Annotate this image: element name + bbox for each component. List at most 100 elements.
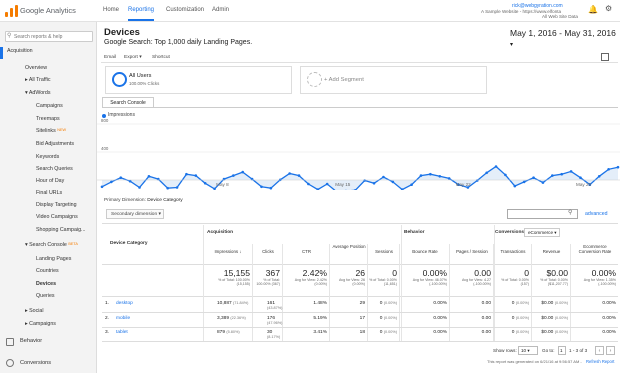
impressions-point[interactable] (522, 180, 526, 184)
column-header[interactable]: Ecommerce Conversion Rate (572, 244, 618, 254)
nav-reporting[interactable]: Reporting (128, 7, 154, 13)
impressions-point[interactable] (485, 171, 488, 175)
nav-customization[interactable]: Customization (166, 7, 204, 13)
column-device-category[interactable]: Device Category (110, 241, 148, 246)
email-button[interactable]: Email (104, 55, 116, 60)
sidebar-item-all-traffic[interactable]: ▸ All Traffic (25, 77, 51, 83)
impressions-point[interactable] (504, 173, 507, 177)
refresh-report-link[interactable]: Refresh Report (586, 359, 614, 364)
impressions-point[interactable] (597, 175, 601, 178)
sidebar-item-treemaps[interactable]: Treemaps (36, 116, 60, 122)
sidebar-item-countries[interactable]: Countries (36, 268, 59, 274)
sidebar-item-social[interactable]: ▸ Social (25, 308, 44, 314)
impressions-point[interactable] (241, 170, 245, 174)
sidebar-item-shopping-campaig[interactable]: Shopping Campaig... (36, 227, 85, 233)
impressions-point[interactable] (307, 182, 310, 186)
impressions-point[interactable] (175, 186, 179, 189)
impressions-point[interactable] (447, 177, 451, 180)
primary-dimension-value[interactable]: Device Category (147, 198, 182, 203)
impressions-point[interactable] (579, 176, 582, 179)
bell-icon[interactable]: 🔔 (588, 5, 598, 14)
column-header[interactable]: Transactions (495, 249, 531, 254)
prev-page-button[interactable]: ‹ (595, 346, 604, 355)
sidebar-item-landing-pages[interactable]: Landing Pages (36, 256, 71, 262)
impressions-point[interactable] (260, 185, 263, 189)
nav-admin[interactable]: Admin (212, 7, 229, 13)
sidebar-item-video-campaigns[interactable]: Video Campaigns (36, 214, 78, 220)
impressions-point[interactable] (185, 172, 188, 176)
column-header[interactable]: Sessions (369, 249, 399, 254)
column-header[interactable]: Average Position (331, 244, 367, 249)
impressions-point[interactable] (288, 172, 291, 175)
device-link[interactable]: tablet (116, 330, 128, 335)
analytics-logo-icon[interactable] (5, 5, 18, 17)
column-header[interactable]: Clicks (254, 249, 282, 254)
device-link[interactable]: mobile (116, 316, 130, 321)
impressions-point[interactable] (391, 180, 395, 184)
sidebar-item-search-console[interactable]: ▾ Search Console BETA (25, 242, 78, 248)
impressions-point[interactable] (607, 168, 610, 171)
device-link[interactable]: desktop (116, 301, 133, 306)
nav-home[interactable]: Home (103, 7, 119, 13)
sidebar-section-behavior[interactable]: Behavior (20, 338, 42, 344)
grid-view-icon[interactable] (601, 53, 609, 61)
impressions-point[interactable] (532, 176, 535, 179)
impressions-point[interactable] (560, 172, 564, 176)
impressions-point[interactable] (363, 179, 366, 182)
sidebar-item-final-urls[interactable]: Final URLs (36, 190, 62, 196)
impressions-point[interactable] (110, 180, 113, 184)
column-header[interactable]: CTR (284, 249, 329, 254)
search-icon[interactable]: ⚲ (568, 209, 572, 216)
brand-name[interactable]: Google Analytics (20, 6, 76, 15)
impressions-point[interactable] (325, 182, 329, 186)
sidebar-item-keywords[interactable]: Keywords (36, 154, 59, 160)
gear-icon[interactable]: ⚙ (605, 4, 612, 13)
impressions-point[interactable] (429, 172, 432, 176)
sidebar-item-adwords[interactable]: ▾ AdWords (25, 90, 51, 96)
sidebar-section-conversions[interactable]: Conversions (20, 360, 51, 366)
impressions-point[interactable] (232, 174, 235, 177)
sidebar-item-overview[interactable]: Overview (25, 65, 47, 71)
shortcut-button[interactable]: Shortcut (152, 55, 170, 60)
impressions-point[interactable] (147, 175, 151, 178)
column-header[interactable]: Impressions ↓ (204, 249, 252, 254)
impressions-point[interactable] (551, 174, 554, 177)
conversions-type-select[interactable]: eCommerce ▾ (524, 228, 560, 237)
impressions-point[interactable] (541, 181, 545, 184)
rows-per-page-select[interactable]: 10 ▾ (518, 346, 538, 355)
impressions-point[interactable] (475, 179, 479, 182)
goto-page-input[interactable]: 1 (558, 346, 566, 355)
impressions-point[interactable] (494, 165, 498, 168)
impressions-point[interactable] (100, 185, 104, 189)
column-header[interactable]: Pages / Session (451, 249, 493, 254)
add-segment-label[interactable]: + Add Segment (324, 77, 364, 83)
sidebar-item-campaigns[interactable]: Campaigns (36, 103, 63, 109)
impressions-point[interactable] (119, 176, 123, 179)
tab-search-console[interactable]: Search Console (102, 97, 154, 107)
sidebar-search-input[interactable] (14, 33, 90, 41)
impressions-point[interactable] (372, 182, 376, 185)
account-view[interactable]: All Web Site Data (542, 14, 578, 19)
sidebar-item-bid-adjustments[interactable]: Bid Adjustments (36, 141, 74, 147)
impressions-point[interactable] (166, 186, 169, 190)
impressions-point[interactable] (297, 174, 301, 177)
impressions-point[interactable] (410, 183, 413, 186)
column-header[interactable]: Revenue (533, 249, 570, 254)
sidebar-item-queries[interactable]: Queries (36, 293, 55, 299)
sidebar-item-display-targeting[interactable]: Display Targeting (36, 202, 77, 208)
sidebar-item-hour-of-day[interactable]: Hour of Day (36, 178, 64, 184)
sidebar-item-search-queries[interactable]: Search Queries (36, 166, 73, 172)
segment-all-users[interactable] (105, 66, 292, 94)
secondary-dimension-dropdown[interactable]: Secondary dimension ▾ (106, 209, 164, 219)
advanced-filter-link[interactable]: advanced (585, 211, 608, 217)
impressions-point[interactable] (138, 186, 141, 189)
sidebar-item-sitelinks[interactable]: Sitelinks NEW (36, 128, 66, 134)
impressions-point[interactable] (382, 175, 385, 179)
impressions-point[interactable] (194, 174, 198, 177)
impressions-point[interactable] (203, 182, 207, 185)
sidebar-item-acquisition[interactable]: Acquisition (7, 48, 33, 54)
next-page-button[interactable]: › (606, 346, 615, 355)
export-button[interactable]: Export ▾ (124, 55, 142, 60)
impressions-point[interactable] (569, 170, 573, 173)
impressions-point[interactable] (616, 165, 620, 169)
